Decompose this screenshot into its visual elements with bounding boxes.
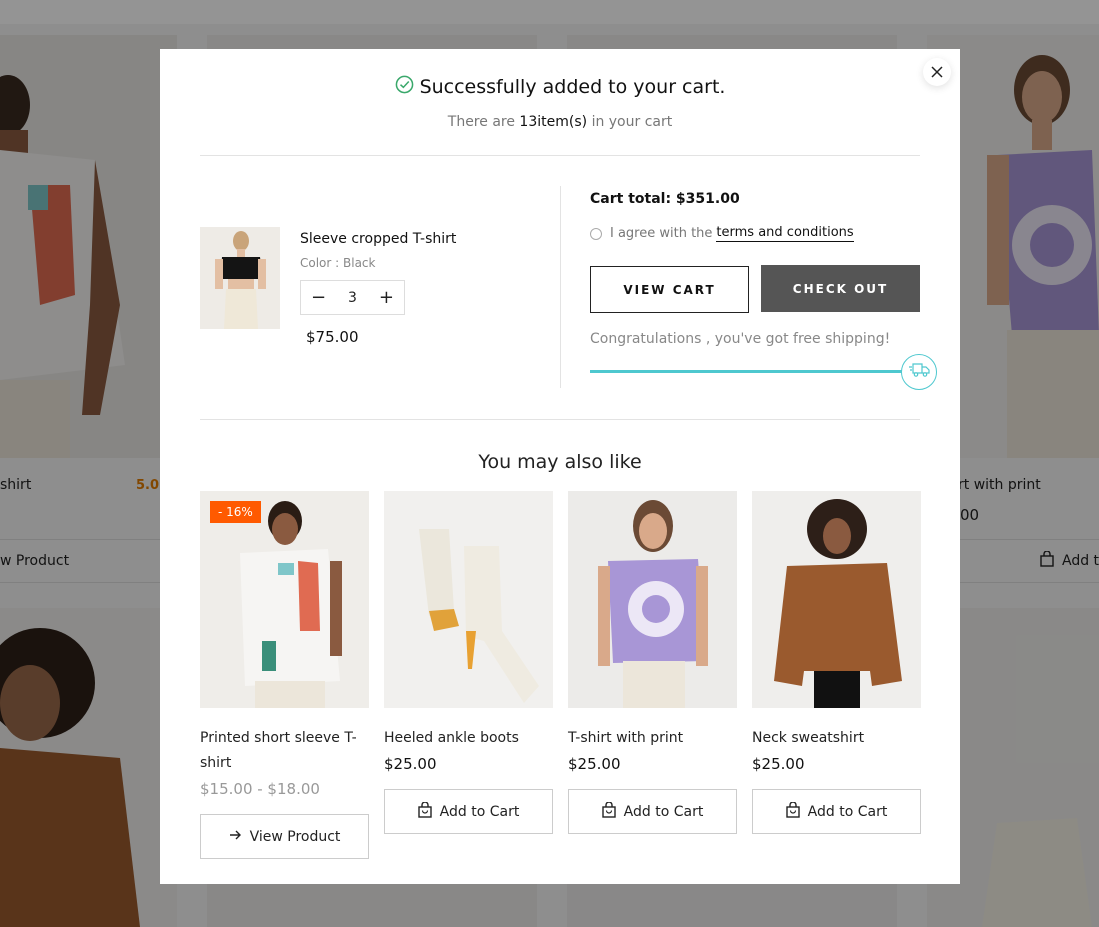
product-image[interactable] bbox=[568, 491, 737, 708]
terms-checkbox[interactable] bbox=[590, 227, 602, 240]
cart-item-color: Color : Black bbox=[300, 256, 376, 270]
quantity-value[interactable]: 3 bbox=[348, 290, 357, 306]
increase-quantity-button[interactable]: + bbox=[379, 288, 394, 307]
cart-count-unit: item(s) bbox=[537, 114, 588, 130]
product-name[interactable]: Heeled ankle boots bbox=[384, 726, 553, 751]
product-name[interactable]: Printed short sleeve T-shirt bbox=[200, 726, 369, 776]
cart-item-name[interactable]: Sleeve cropped T-shirt bbox=[300, 231, 456, 247]
add-to-cart-label: Add to Cart bbox=[439, 803, 520, 820]
recommended-product-card: T-shirt with print $25.00 Add to Cart bbox=[568, 491, 737, 834]
recommended-product-card: Heeled ankle boots $25.00 Add to Cart bbox=[384, 491, 553, 834]
product-name[interactable]: T-shirt with print bbox=[568, 726, 737, 751]
product-price: $25.00 bbox=[752, 755, 805, 773]
truck-icon bbox=[908, 362, 930, 382]
product-price: $15.00 - $18.00 bbox=[200, 780, 320, 798]
add-to-cart-button[interactable]: Add to Cart bbox=[384, 789, 553, 834]
cart-count-text: There are 13item(s) in your cart bbox=[160, 114, 960, 130]
added-to-cart-modal: Successfully added to your cart. There a… bbox=[160, 49, 960, 884]
checkout-button[interactable]: CHECK OUT bbox=[761, 265, 920, 312]
add-to-cart-button[interactable]: Add to Cart bbox=[752, 789, 921, 834]
check-circle-icon bbox=[395, 75, 414, 99]
view-cart-button[interactable]: VIEW CART bbox=[590, 266, 749, 313]
free-shipping-progress-bar bbox=[590, 370, 920, 373]
discount-badge: - 16% bbox=[210, 501, 261, 523]
add-to-cart-label: Add to Cart bbox=[623, 803, 704, 820]
product-image[interactable] bbox=[752, 491, 921, 708]
cart-item-price: $75.00 bbox=[306, 328, 359, 346]
terms-agreement-label: I agree with the bbox=[610, 226, 713, 241]
cart-count-prefix: There are bbox=[447, 114, 515, 130]
bag-icon bbox=[417, 800, 432, 822]
product-image[interactable] bbox=[384, 491, 553, 708]
quantity-stepper: − 3 + bbox=[300, 280, 405, 315]
success-title-text: Successfully added to your cart. bbox=[419, 76, 726, 98]
shipping-progress-badge bbox=[901, 354, 937, 390]
add-to-cart-button[interactable]: Add to Cart bbox=[568, 789, 737, 834]
product-price: $25.00 bbox=[384, 755, 437, 773]
ankle-boots-illustration bbox=[419, 529, 539, 703]
top-divider bbox=[200, 155, 920, 156]
add-to-cart-label: Add to Cart bbox=[807, 803, 888, 820]
recommended-product-card: - 16% Printed short sleeve T-shirt $15.0… bbox=[200, 491, 369, 859]
cart-item-image[interactable] bbox=[200, 227, 280, 329]
middle-divider bbox=[200, 419, 920, 420]
cart-count-suffix: in your cart bbox=[591, 114, 673, 130]
bag-icon bbox=[601, 800, 616, 822]
bag-icon bbox=[785, 800, 800, 822]
tshirt-model-illustration bbox=[240, 501, 342, 708]
cart-total: Cart total: $351.00 bbox=[590, 191, 740, 207]
free-shipping-progress-fill bbox=[590, 370, 920, 373]
cart-count-value: 13 bbox=[519, 114, 538, 130]
terms-agreement: I agree with the terms and conditions bbox=[590, 225, 854, 242]
success-message: Successfully added to your cart. bbox=[160, 75, 960, 99]
cropped-tshirt-model-illustration bbox=[215, 231, 266, 329]
recommendations-heading: You may also like bbox=[478, 451, 642, 473]
view-product-label: View Product bbox=[249, 828, 341, 845]
terms-link[interactable]: terms and conditions bbox=[716, 225, 854, 242]
product-name[interactable]: Neck sweatshirt bbox=[752, 726, 921, 751]
vertical-divider bbox=[560, 186, 561, 388]
arrow-right-icon bbox=[229, 829, 242, 845]
view-product-button[interactable]: View Product bbox=[200, 814, 369, 859]
decrease-quantity-button[interactable]: − bbox=[311, 288, 326, 307]
sweatshirt-model-illustration bbox=[774, 499, 902, 708]
print-tshirt-model-illustration bbox=[598, 500, 708, 708]
free-shipping-message: Congratulations , you've got free shippi… bbox=[590, 331, 891, 347]
product-image[interactable]: - 16% bbox=[200, 491, 369, 708]
product-price: $25.00 bbox=[568, 755, 621, 773]
recommended-product-card: Neck sweatshirt $25.00 Add to Cart bbox=[752, 491, 921, 834]
